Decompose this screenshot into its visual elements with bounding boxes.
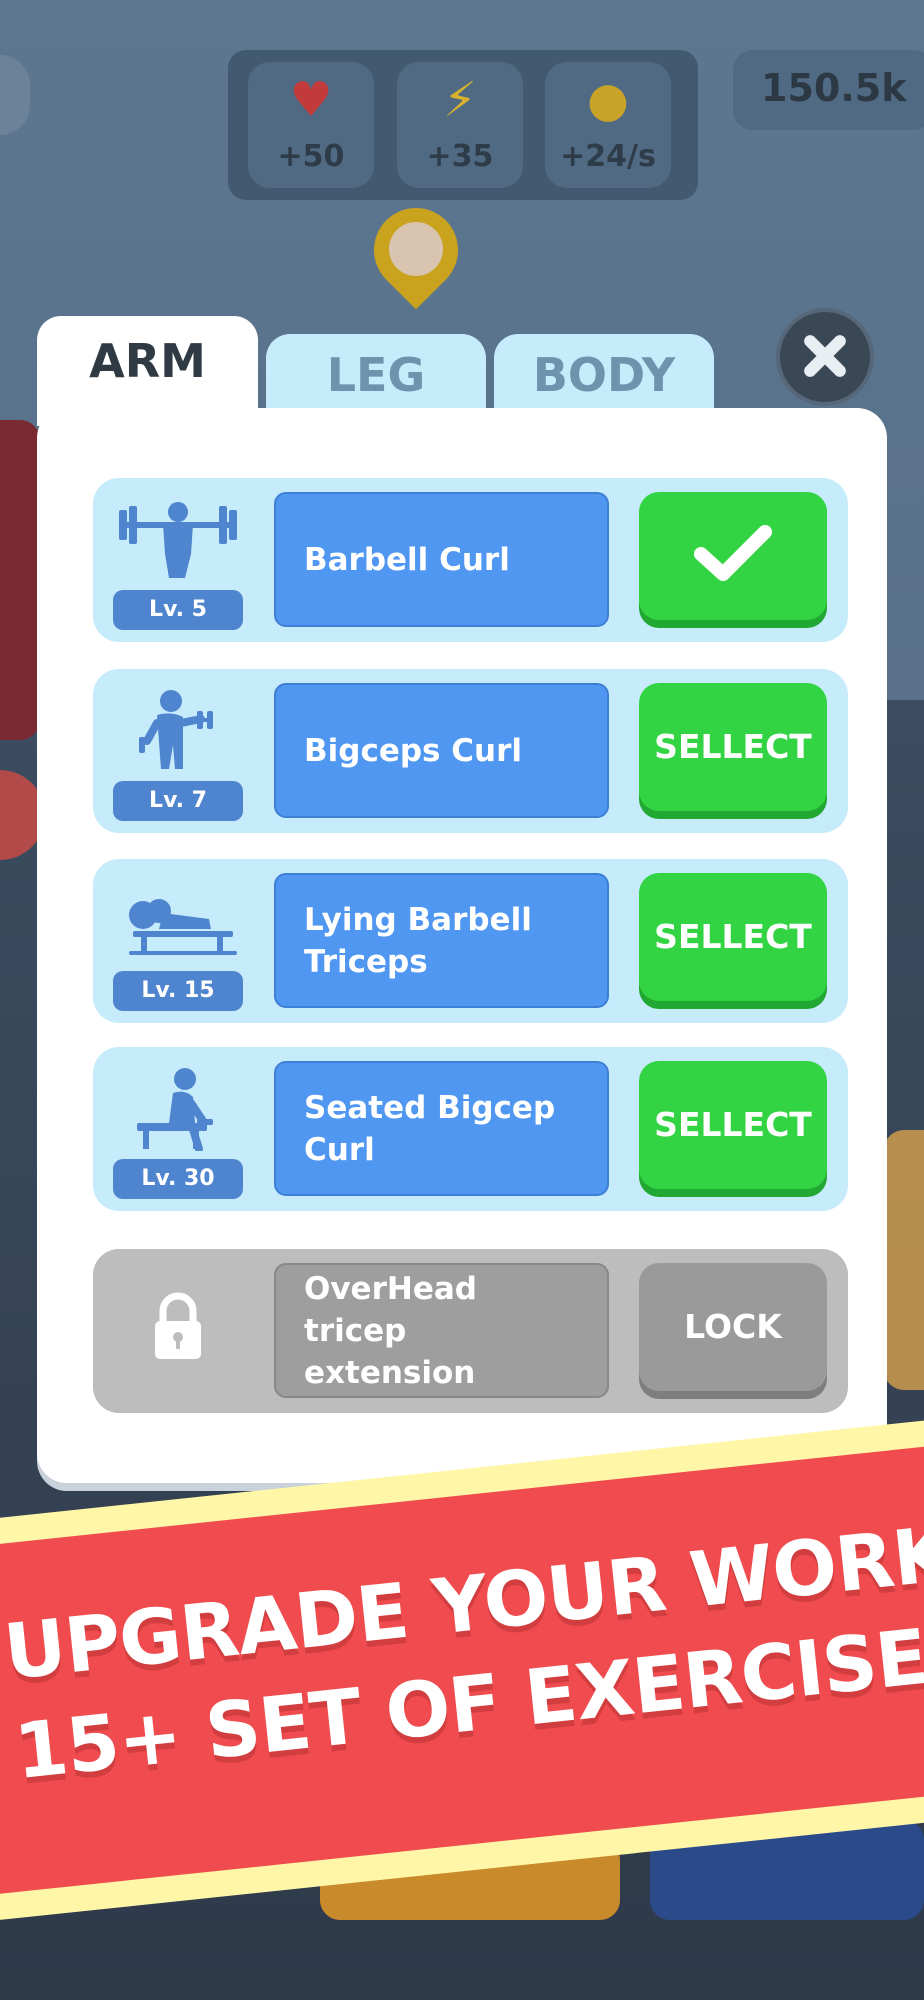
select-button[interactable]: SELLECT [639,683,827,811]
exercise-name: Seated Bigcep Curl [304,1089,556,1168]
money-value: 150.5k [761,66,907,110]
tab-body[interactable]: BODY [494,334,714,410]
income-stat: ● +24/s [545,62,671,188]
exercise-name-box: Seated Bigcep Curl [274,1061,609,1196]
coin-icon: ● [587,72,629,128]
health-stat: ♥ +50 [248,62,374,188]
barbell-squat-icon [119,502,237,578]
level-badge: Lv. 7 [113,781,243,821]
exercise-name: Bigceps Curl [304,732,523,769]
avatar [389,222,443,276]
select-button[interactable]: SELLECT [639,873,827,1001]
exercise-name-box: Barbell Curl [274,492,609,627]
lightning-icon: ⚡ [443,72,477,128]
energy-stat: ⚡ +35 [397,62,523,188]
level-badge: Lv. 15 [113,971,243,1011]
selected-button[interactable] [639,492,827,620]
exercise-name: OverHead tricep extension [304,1270,477,1391]
exercise-name-box: OverHead tricep extension [274,1263,609,1398]
heart-icon: ♥ [289,72,333,128]
exercise-row: Lv. 30 Seated Bigcep Curl SELLECT [93,1047,848,1211]
checkmark-icon [694,525,772,581]
level-badge: Lv. 5 [113,590,243,630]
energy-value: +35 [426,139,494,174]
health-value: +50 [277,139,345,174]
side-equipment [884,1130,924,1390]
income-value: +24/s [560,139,656,174]
seated-curl-icon [137,1068,213,1151]
lock-button[interactable]: LOCK [639,1263,827,1391]
punching-bag [0,420,40,740]
exercise-row-locked: OverHead tricep extension LOCK [93,1249,848,1413]
dumbbell-curl-icon [139,690,213,769]
tab-leg[interactable]: LEG [266,334,486,410]
money-counter: 150.5k [733,50,924,130]
level-badge: Lv. 30 [113,1159,243,1199]
exercise-row: Lv. 15 Lying Barbell Triceps SELLECT [93,859,848,1023]
close-button[interactable] [780,312,870,402]
padlock-icon [155,1292,201,1359]
select-button[interactable]: SELLECT [639,1061,827,1189]
exercise-name-box: Lying Barbell Triceps [274,873,609,1008]
exercise-name: Lying Barbell Triceps [304,901,532,980]
exercise-row: Lv. 5 Barbell Curl [93,478,848,642]
exercise-name-box: Bigceps Curl [274,683,609,818]
exercise-row: Lv. 7 Bigceps Curl SELLECT [93,669,848,833]
bench-press-icon [129,899,237,955]
exercise-name: Barbell Curl [304,541,510,578]
tab-arm[interactable]: ARM [37,316,258,426]
